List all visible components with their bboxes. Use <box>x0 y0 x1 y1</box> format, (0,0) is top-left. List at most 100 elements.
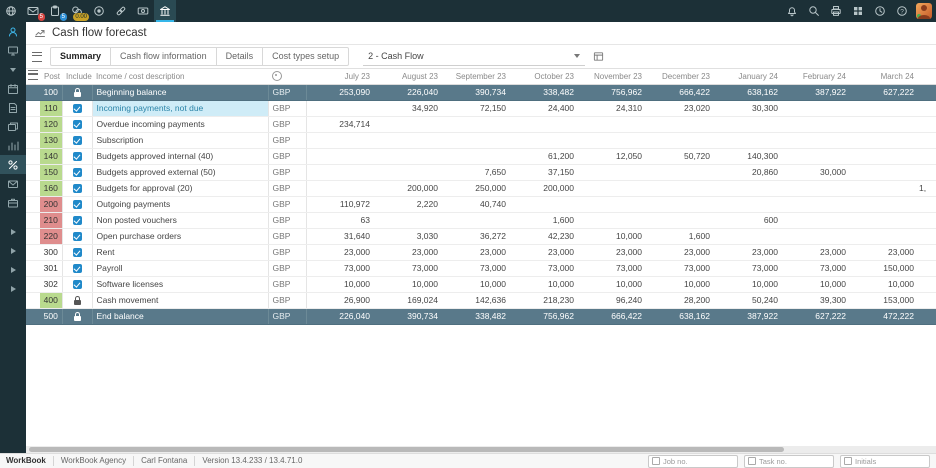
value-cell[interactable]: 1,600 <box>510 212 578 229</box>
column-header-currency[interactable] <box>268 69 306 85</box>
description-cell[interactable]: Budgets approved external (50) <box>92 164 269 181</box>
value-cell[interactable]: 12,050 <box>578 148 646 165</box>
tab-details[interactable]: Details <box>217 48 264 65</box>
value-cell[interactable]: 666,422 <box>646 84 714 101</box>
value-cell[interactable] <box>850 132 918 149</box>
value-cell[interactable] <box>646 164 714 181</box>
value-cell[interactable] <box>646 180 714 197</box>
included-cell[interactable] <box>62 212 93 229</box>
value-cell[interactable]: 24,400 <box>510 100 578 117</box>
value-cell[interactable]: 627,222 <box>782 308 850 325</box>
included-checkbox[interactable] <box>72 280 82 290</box>
value-cell[interactable] <box>374 116 442 133</box>
value-cell[interactable]: 50,720 <box>646 148 714 165</box>
value-cell[interactable]: 73,000 <box>510 260 578 277</box>
value-cell[interactable] <box>646 116 714 133</box>
included-cell[interactable] <box>62 84 93 101</box>
post-cell[interactable]: 300 <box>40 244 63 261</box>
value-cell[interactable]: 10,000 <box>850 276 918 293</box>
value-cell-partial[interactable] <box>918 228 936 245</box>
inbox-mail-icon[interactable]: 5 <box>22 0 45 22</box>
value-cell[interactable]: 10,000 <box>578 276 646 293</box>
value-cell[interactable] <box>782 212 850 229</box>
value-cell[interactable]: 200,000 <box>510 180 578 197</box>
value-cell[interactable]: 23,000 <box>510 244 578 261</box>
value-cell[interactable]: 20,860 <box>714 164 782 181</box>
value-cell[interactable] <box>306 164 374 181</box>
value-cell[interactable]: 23,000 <box>374 244 442 261</box>
value-cell[interactable]: 39,300 <box>782 292 850 309</box>
value-cell[interactable]: 73,000 <box>306 260 374 277</box>
post-cell[interactable]: 200 <box>40 196 63 213</box>
value-cell[interactable] <box>510 116 578 133</box>
currency-cell[interactable]: GBP <box>268 116 307 133</box>
post-cell[interactable]: 110 <box>40 100 63 117</box>
post-cell[interactable]: 160 <box>40 180 63 197</box>
value-cell[interactable]: 23,000 <box>850 244 918 261</box>
value-cell[interactable] <box>306 132 374 149</box>
value-cell[interactable]: 10,000 <box>714 276 782 293</box>
value-cell[interactable] <box>442 148 510 165</box>
column-header-month[interactable]: February 24 <box>782 69 850 85</box>
value-cell[interactable] <box>578 196 646 213</box>
value-cell[interactable]: 1,600 <box>646 228 714 245</box>
included-cell[interactable] <box>62 116 93 133</box>
included-cell[interactable] <box>62 276 93 293</box>
value-cell[interactable]: 387,922 <box>782 84 850 101</box>
value-cell-partial[interactable] <box>918 132 936 149</box>
value-cell[interactable] <box>782 132 850 149</box>
post-cell[interactable]: 220 <box>40 228 63 245</box>
value-cell[interactable] <box>850 116 918 133</box>
value-cell[interactable]: 226,040 <box>374 84 442 101</box>
time-target-icon[interactable] <box>88 0 110 22</box>
value-cell[interactable]: 756,962 <box>578 84 646 101</box>
post-cell[interactable]: 140 <box>40 148 63 165</box>
value-cell-partial[interactable] <box>918 116 936 133</box>
value-cell[interactable]: 10,000 <box>374 276 442 293</box>
value-cell[interactable]: 26,900 <box>306 292 374 309</box>
included-cell[interactable] <box>62 148 93 165</box>
value-cell[interactable]: 10,000 <box>306 276 374 293</box>
value-cell[interactable]: 7,650 <box>442 164 510 181</box>
value-cell[interactable] <box>510 132 578 149</box>
value-cell[interactable]: 200,000 <box>374 180 442 197</box>
value-cell[interactable]: 10,000 <box>442 276 510 293</box>
description-cell[interactable]: Budgets for approval (20) <box>92 180 269 197</box>
description-cell[interactable]: Rent <box>92 244 269 261</box>
value-cell[interactable] <box>782 116 850 133</box>
included-cell[interactable] <box>62 228 93 245</box>
apps-grid-icon[interactable] <box>847 0 869 22</box>
value-cell[interactable] <box>714 228 782 245</box>
currency-cell[interactable]: GBP <box>268 276 307 293</box>
value-cell[interactable]: 50,240 <box>714 292 782 309</box>
tasks-clipboard-icon[interactable]: 5 <box>44 0 67 22</box>
value-cell[interactable]: 40,740 <box>442 196 510 213</box>
cashflow-view-dropdown[interactable]: 2 - Cash Flow <box>363 48 586 66</box>
value-cell-partial[interactable] <box>918 148 936 165</box>
post-cell[interactable]: 150 <box>40 164 63 181</box>
value-cell-partial[interactable] <box>918 212 936 229</box>
value-cell-partial[interactable] <box>918 100 936 117</box>
value-cell[interactable] <box>782 196 850 213</box>
value-cell[interactable]: 10,000 <box>578 228 646 245</box>
value-cell[interactable]: 34,920 <box>374 100 442 117</box>
value-cell[interactable]: 338,482 <box>510 84 578 101</box>
value-cell[interactable] <box>306 180 374 197</box>
included-checkbox[interactable] <box>72 264 82 274</box>
sidebar-item-desktop[interactable] <box>0 41 26 60</box>
value-cell[interactable] <box>850 212 918 229</box>
value-cell[interactable] <box>850 164 918 181</box>
included-cell[interactable] <box>62 196 93 213</box>
value-cell[interactable]: 23,000 <box>442 244 510 261</box>
value-cell[interactable] <box>578 116 646 133</box>
description-cell[interactable]: End balance <box>92 308 269 325</box>
help-icon[interactable]: ? <box>891 0 913 22</box>
included-cell[interactable] <box>62 164 93 181</box>
value-cell[interactable] <box>374 132 442 149</box>
sidebar-collapse-toggle[interactable] <box>0 60 26 79</box>
sidebar-item-mail[interactable] <box>0 174 26 193</box>
value-cell[interactable] <box>850 100 918 117</box>
value-cell[interactable] <box>578 180 646 197</box>
column-header-month[interactable]: August 23 <box>374 69 442 85</box>
value-cell[interactable] <box>850 180 918 197</box>
